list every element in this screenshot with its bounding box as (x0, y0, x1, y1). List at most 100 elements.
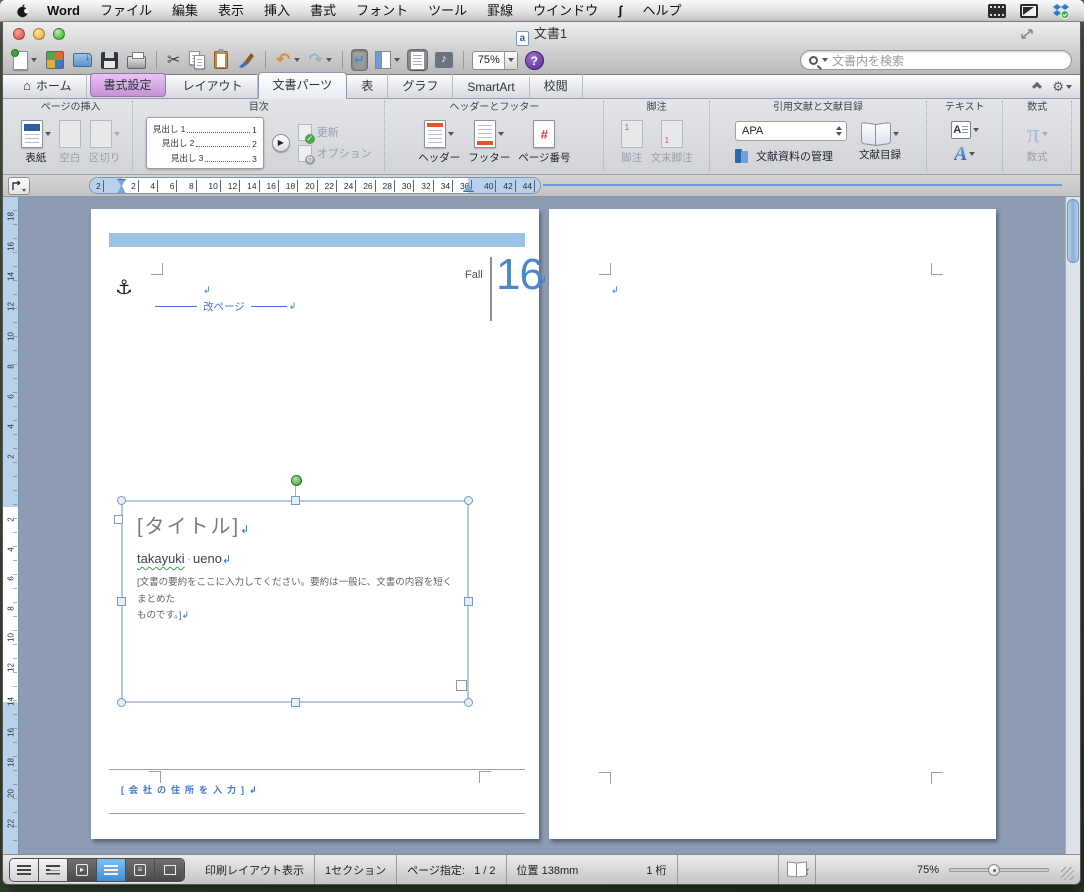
menu-table[interactable]: 罫線 (477, 0, 523, 21)
menu-tools[interactable]: ツール (418, 0, 477, 21)
layout-icon (409, 50, 425, 70)
search-input[interactable]: 文書内を検索 (800, 50, 1072, 70)
save-button[interactable] (99, 49, 120, 71)
view-focus-button[interactable] (155, 858, 184, 881)
collapse-ribbon-icon[interactable] (1032, 84, 1042, 90)
ribbon: ページの挿入 表紙 空白 区切り 目次 見出し 11 見出し 2 2 見出し 3… (3, 99, 1080, 175)
resize-handle-n[interactable] (291, 496, 300, 505)
tab-stop-selector[interactable] (8, 177, 30, 195)
text-box-button[interactable]: A (950, 121, 979, 139)
tab-review[interactable]: 校閲 (530, 74, 583, 98)
citation-style-select[interactable]: APA (735, 121, 848, 141)
menu-word[interactable]: Word (37, 0, 90, 21)
resize-handle-nw[interactable] (117, 496, 126, 505)
sidebar-toggle-button[interactable] (373, 49, 402, 71)
paste-button[interactable] (212, 49, 230, 71)
resize-grip[interactable] (1061, 867, 1075, 880)
header-season-text[interactable]: Fall (465, 269, 483, 281)
tab-table[interactable]: 表 (347, 74, 389, 98)
document-title-placeholder[interactable]: [タイトル]↲ (137, 510, 453, 539)
zoom-percentage: 75% (916, 863, 940, 876)
page-indicator[interactable]: ページ指定: 1 / 2 (397, 862, 505, 878)
zoom-select[interactable]: 75% (471, 50, 518, 70)
view-draft-button[interactable] (10, 858, 39, 881)
expand-window-icon[interactable] (1020, 28, 1034, 40)
apple-menu-icon[interactable] (16, 4, 29, 18)
toc-gallery-preview[interactable]: 見出し 11 見出し 22 見出し 33 (145, 116, 264, 169)
content-control-handle[interactable] (456, 680, 467, 691)
view-publishing-button[interactable]: ▸ (68, 858, 97, 881)
bibliography-button[interactable]: 文献目録 (859, 123, 901, 162)
view-outline-button[interactable] (39, 858, 68, 881)
header-year-text[interactable]: 16 (496, 253, 544, 297)
menu-format[interactable]: 書式 (300, 0, 346, 21)
media-browser-button[interactable]: ♪ (433, 49, 455, 71)
resize-handle-e[interactable] (464, 597, 473, 606)
anchor-icon[interactable]: ⚓ (115, 275, 133, 300)
menu-window[interactable]: ウインドウ (523, 0, 608, 21)
menu-help[interactable]: ヘルプ (632, 0, 691, 21)
redo-button[interactable]: ↷ (307, 49, 334, 71)
open-button[interactable] (71, 49, 94, 71)
tab-layout[interactable]: レイアウト (169, 74, 258, 98)
footer-button[interactable]: フッター (468, 120, 510, 165)
template-gallery-button[interactable] (44, 49, 66, 71)
document-abstract-placeholder[interactable]: [文書の要約をここに入力してください。要約は一般に、文書の内容を短くまとめた も… (137, 575, 453, 625)
toc-gallery-expand-button[interactable]: ▶ (271, 133, 290, 152)
content-control-handle[interactable] (114, 515, 123, 524)
manage-sources-button[interactable]: 文献資料の管理 (735, 148, 847, 164)
script-menu-icon[interactable]: ʃ (608, 0, 632, 21)
tab-document-elements[interactable]: 文書パーツ (257, 72, 348, 99)
title-text-box[interactable]: [タイトル]↲ takayuki · ueno↲ [文書の要約をここに入力してくださ… (114, 475, 473, 707)
menu-insert[interactable]: 挿入 (254, 0, 300, 21)
break-icon (89, 120, 112, 148)
tab-smartart[interactable]: SmartArt (453, 77, 530, 98)
menu-font[interactable]: フォント (346, 0, 418, 21)
document-author[interactable]: takayuki · ueno↲ (137, 551, 453, 566)
view-print-layout-button[interactable] (97, 858, 126, 881)
resize-handle-w[interactable] (117, 597, 126, 606)
horizontal-ruler[interactable]: 2 2 4 6 8 10 12 14 16 18 20 22 24 26 28 30 32 34 36 40 42 44 (89, 177, 541, 194)
footer-address-placeholder[interactable]: [会社の住所を入力]↲ (121, 783, 257, 796)
ruler-number: 8 (189, 180, 197, 192)
vertical-scrollbar[interactable] (1065, 197, 1080, 854)
dropbox-icon[interactable] (1052, 3, 1070, 19)
resize-handle-se[interactable] (464, 698, 473, 707)
header-button[interactable]: ヘッダー (418, 120, 460, 165)
menu-file[interactable]: ファイル (90, 0, 162, 21)
cut-button[interactable]: ✂ (165, 49, 182, 71)
keyboard-viewer-icon[interactable] (988, 3, 1006, 18)
copy-button[interactable] (187, 49, 207, 71)
toc-preview-row: 見出し 22 (161, 138, 257, 149)
show-formatting-marks-button[interactable]: ↵ (350, 49, 368, 71)
undo-button[interactable]: ↷ (274, 49, 301, 71)
tab-format-settings[interactable]: 書式設定 (89, 73, 166, 97)
tab-chart[interactable]: グラフ (388, 74, 454, 98)
print-button[interactable] (125, 49, 148, 71)
zoom-slider[interactable] (949, 863, 1050, 876)
group-title: 引用文献と文献目録 (773, 102, 864, 113)
menu-edit[interactable]: 編集 (162, 0, 208, 21)
menu-view[interactable]: 表示 (208, 0, 254, 21)
format-painter-button[interactable] (235, 49, 257, 71)
ribbon-settings-button[interactable]: ⚙ (1052, 79, 1072, 95)
tab-home[interactable]: ⌂ ホーム (9, 74, 87, 98)
cover-page-button[interactable]: 表紙 (20, 120, 51, 165)
page-number-button[interactable]: # ページ番号 (518, 120, 571, 165)
rotation-handle[interactable] (291, 475, 302, 486)
new-document-button[interactable] (11, 48, 39, 71)
resize-handle-ne[interactable] (464, 496, 473, 505)
scrollbar-thumb[interactable] (1067, 199, 1079, 263)
layout-view-button[interactable] (406, 49, 428, 71)
resize-handle-sw[interactable] (117, 698, 126, 707)
zoom-slider-thumb[interactable] (988, 863, 1001, 876)
spellcheck-status-icon[interactable]: ✗ (787, 862, 810, 879)
text-box-icon: A (950, 121, 971, 139)
video-status-icon[interactable] (1020, 3, 1038, 18)
view-notebook-button[interactable]: ≡ (126, 858, 155, 881)
group-page-insert: ページの挿入 表紙 空白 区切り (9, 101, 132, 171)
vertical-ruler[interactable]: 18 16 14 12 10 8 6 4 2 2 4 6 8 10 12 14 16 18 20 22 (3, 197, 19, 854)
wordart-button[interactable]: A (954, 144, 976, 164)
help-button[interactable]: ? (523, 49, 546, 71)
resize-handle-s[interactable] (291, 698, 300, 707)
